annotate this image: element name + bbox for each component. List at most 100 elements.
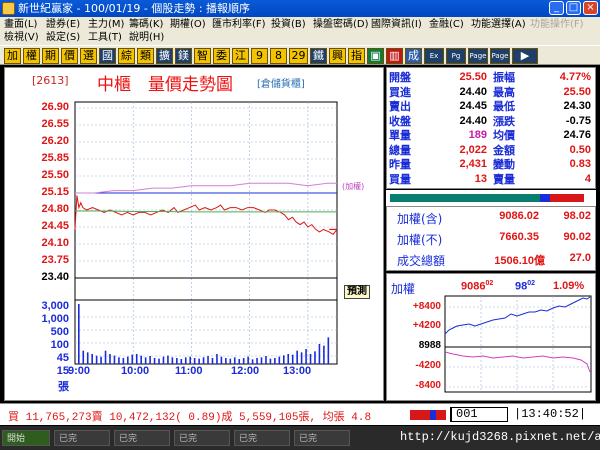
title-bar[interactable]: 新世紀贏家 - 100/01/19 - 個股走勢 : 播報順序 _ □ × (0, 0, 600, 17)
quote-label: 收盤 (389, 114, 411, 128)
taskbar-task[interactable]: 已完 (294, 430, 350, 446)
tb-expand[interactable]: 擴 (156, 48, 173, 64)
menu-international[interactable]: 國際資訊(I) (371, 18, 422, 31)
tb-forward-icon[interactable]: ▶ (512, 48, 538, 64)
volume-bar (78, 304, 80, 364)
taskbar-task[interactable]: 已完 (54, 430, 110, 446)
menu-finance[interactable]: 金融(C) (429, 18, 464, 31)
taskbar-task[interactable]: 已完 (174, 430, 230, 446)
tb-summary[interactable]: 綜 (118, 48, 135, 64)
volume-bar (167, 355, 169, 364)
tb-index[interactable]: 指 (348, 48, 365, 64)
tb-volume[interactable]: 成 (405, 48, 422, 64)
volume-bar (269, 358, 272, 364)
tb-weighted[interactable]: 加 (4, 48, 21, 64)
tb-table-icon[interactable]: ▥ (386, 48, 403, 64)
quote-row: 買進 24.40 最高 25.50 (387, 86, 597, 99)
maximize-button[interactable]: □ (566, 1, 581, 15)
menu-tools[interactable]: 工具(T) (88, 31, 122, 44)
volume-bar (207, 356, 209, 364)
volume-bar (86, 352, 89, 364)
tb-eight[interactable]: 8 (270, 48, 287, 64)
quote-row: 單量 189 均價 24.76 (387, 129, 597, 142)
menu-chips[interactable]: 籌碼(K) (129, 18, 163, 31)
quote-value: 0.83 (569, 158, 591, 170)
tb-country[interactable]: 國 (99, 48, 116, 64)
menu-options[interactable]: 期權(O) (170, 18, 206, 31)
stock-code-input[interactable]: 001 (450, 407, 508, 422)
bid-ask-bar-marker (540, 194, 550, 202)
volume-bar (225, 358, 227, 364)
tb-magnesium[interactable]: 鎂 (175, 48, 192, 64)
taskbar-task[interactable]: 已完 (114, 430, 170, 446)
volume-bar (140, 355, 142, 364)
tb-futures[interactable]: 期 (42, 48, 59, 64)
volume-bar (176, 358, 178, 364)
index-label: 成交總額 (397, 254, 446, 268)
tb-ex[interactable]: Ex (424, 48, 444, 64)
volume-bar (131, 354, 134, 364)
tb-river[interactable]: 江 (232, 48, 249, 64)
menu-investment[interactable]: 投資(B) (271, 18, 306, 31)
volume-bar (220, 356, 223, 364)
menu-securities[interactable]: 證券(E) (46, 18, 80, 31)
mini-index-line (444, 296, 591, 335)
volume-bar (296, 350, 298, 364)
forecast-button[interactable]: 預測 (344, 285, 370, 299)
quote-value: 13 (474, 172, 487, 185)
volume-bar (162, 356, 165, 364)
tb-page-up[interactable]: Page (468, 48, 488, 64)
tb-page-down[interactable]: Page (490, 48, 510, 64)
tb-rise[interactable]: 興 (329, 48, 346, 64)
tb-twenty-nine[interactable]: 29 (289, 48, 308, 64)
tb-smart[interactable]: 智 (194, 48, 211, 64)
quote-label: 賣量 (493, 172, 515, 186)
tb-category[interactable]: 類 (137, 48, 154, 64)
app-icon[interactable] (2, 2, 15, 15)
menu-bar: 畫面(L) 證券(E) 主力(M) 籌碼(K) 期權(O) 匯市利率(F) 投資… (0, 17, 600, 45)
quote-row: 買量 13 賣量 4 (387, 173, 597, 186)
menu-function-operate[interactable]: 功能操作(F) (530, 18, 584, 31)
volume-bar (260, 357, 263, 364)
taskbar-task[interactable]: 已完 (234, 430, 290, 446)
close-button[interactable]: × (583, 1, 598, 15)
start-button[interactable]: 開始 (2, 430, 50, 446)
menu-screen[interactable]: 畫面(L) (4, 18, 37, 31)
quote-value: 2,431 (459, 158, 487, 170)
volume-bar (251, 359, 254, 364)
tb-grid-icon[interactable]: ▣ (367, 48, 384, 64)
menu-forex[interactable]: 匯市利率(F) (212, 18, 266, 31)
quote-value: 4.77% (559, 71, 591, 83)
volume-bar (278, 356, 281, 364)
quote-label: 賣出 (389, 100, 411, 113)
quote-row: 收盤 24.40 漲跌 -0.75 (387, 115, 597, 128)
volume-bar (309, 354, 312, 364)
quote-value: 24.76 (563, 129, 591, 141)
menu-settings[interactable]: 設定(S) (46, 31, 80, 44)
volume-bar (287, 354, 290, 364)
minimize-button[interactable]: _ (549, 1, 564, 15)
tb-pg[interactable]: Pg (446, 48, 466, 64)
quote-value: 189 (468, 129, 487, 141)
volume-bar (300, 352, 303, 364)
quote-value: -0.75 (565, 114, 591, 127)
tb-price[interactable]: 價 (61, 48, 78, 64)
mini-chart-frame (444, 295, 592, 393)
volume-bar (82, 350, 85, 364)
tb-select[interactable]: 選 (80, 48, 97, 64)
tb-iron[interactable]: 鐵 (310, 48, 327, 64)
ask-bar-segment (550, 194, 584, 202)
status-indicator-red (410, 410, 430, 420)
menu-function-select[interactable]: 功能選擇(A) (471, 18, 526, 31)
tb-warrant[interactable]: 權 (23, 48, 40, 64)
menu-trading-code[interactable]: 操盤密碼(D) (313, 18, 369, 31)
menu-main-force[interactable]: 主力(M) (88, 18, 124, 31)
time-tick-label: 11:00 (175, 365, 203, 377)
tb-nine[interactable]: 9 (251, 48, 268, 64)
menu-help[interactable]: 說明(H) (129, 31, 164, 44)
price-line (74, 195, 338, 235)
menu-view[interactable]: 檢視(V) (4, 31, 39, 44)
volume-bar (109, 354, 111, 364)
tb-order[interactable]: 委 (213, 48, 230, 64)
volume-bar (189, 356, 192, 364)
